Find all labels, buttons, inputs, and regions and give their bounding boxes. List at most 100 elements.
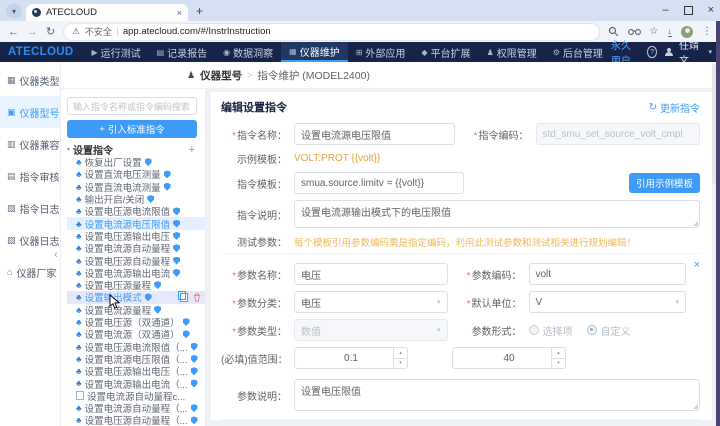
tab-search-button[interactable]: ▾: [6, 4, 22, 18]
radio-option-custom[interactable]: [586, 325, 597, 335]
nav-item-data-insight[interactable]: ◉ 数据洞察: [215, 42, 281, 62]
tree-item[interactable]: ♣ 设置电流源量程: [67, 304, 205, 316]
bookmark-star-icon[interactable]: ☆: [650, 26, 659, 37]
tree-item[interactable]: ♣ 设置电流源（双通道）: [67, 328, 205, 340]
import-standard-instruction-button[interactable]: + 引入标准指令: [67, 120, 197, 138]
instruction-name-input[interactable]: 设置电流源电压限值: [294, 123, 455, 145]
tree-group-set-instruction[interactable]: ▾ 设置指令 +: [67, 143, 205, 158]
param-desc-textarea[interactable]: 设置电压限值: [294, 379, 700, 411]
param-category-select[interactable]: 电压 ▾: [294, 291, 448, 313]
command-icon: ♣: [76, 304, 82, 315]
tree-item-selected[interactable]: ♣ 设置电流源电压限值: [67, 217, 205, 230]
tree-item[interactable]: ♣ 设置电压源自动量程: [67, 254, 205, 267]
range-max-stepper[interactable]: 40 ▴ ▾: [452, 347, 566, 369]
user-menu-caret-icon[interactable]: ▾: [708, 48, 712, 56]
sidebar-item-instrument-type[interactable]: ▦ 仪器类型: [0, 64, 60, 96]
update-instruction-button[interactable]: ↻ 更新指令: [649, 100, 700, 115]
param-name-input[interactable]: 电压: [294, 263, 448, 285]
browser-menu-icon[interactable]: ⋮: [702, 26, 712, 37]
delete-icon[interactable]: [193, 293, 201, 302]
browser-profile-avatar[interactable]: [681, 25, 693, 38]
param-code-input[interactable]: volt: [528, 263, 686, 285]
nav-item-backend-management[interactable]: ⚙ 后台管理: [545, 42, 611, 62]
instruction-search-input[interactable]: 输入指令名称或指令编码搜索: [67, 97, 197, 115]
nav-item-record-report[interactable]: ▤ 记录报告: [149, 42, 216, 62]
breadcrumb-root[interactable]: 仪器型号: [200, 68, 242, 83]
step-down-icon[interactable]: ▾: [552, 359, 565, 369]
tree-item[interactable]: ♣ 设置电流源输出电流（...: [67, 377, 205, 390]
sidebar-item-instrument-log[interactable]: ▨ 仪器日志: [0, 224, 60, 256]
sidebar-item-instruction-log[interactable]: ▧ 指令日志: [0, 192, 60, 224]
radio-option-list[interactable]: [528, 325, 539, 335]
resize-handle-icon[interactable]: [693, 221, 698, 226]
breadcrumb-separator: >: [247, 70, 253, 80]
user-avatar-icon[interactable]: [665, 47, 674, 57]
quote-example-template-button[interactable]: 引用示例模板: [629, 173, 701, 193]
tree-item[interactable]: ♣ 恢复出厂设置: [67, 156, 205, 168]
window-controls: – ×: [662, 0, 714, 21]
tree-item[interactable]: 设置电流源自动量程c...: [67, 390, 205, 402]
nav-item-platform-extension[interactable]: ◆ 平台扩展: [413, 42, 478, 62]
command-icon: ♣: [76, 366, 82, 377]
tab-title: ATECLOUD: [46, 7, 98, 18]
tree-item[interactable]: ♣ 设置电压源电流限值（...: [67, 340, 205, 353]
close-window-icon[interactable]: ×: [708, 5, 714, 16]
search-icon[interactable]: [608, 26, 619, 37]
tree-item[interactable]: ♣ 设置电压源（双通道）: [67, 316, 205, 328]
add-instruction-icon[interactable]: +: [189, 144, 195, 156]
instruction-template-input[interactable]: smua.source.limitv = {{volt}}: [294, 172, 464, 194]
copy-icon[interactable]: [178, 291, 188, 302]
nav-item-permission-management[interactable]: ♟ 权限管理: [479, 42, 545, 62]
forward-icon[interactable]: →: [27, 26, 38, 38]
instruction-desc-textarea[interactable]: 设置电流源输出模式下的电压限值: [294, 200, 700, 228]
tree-item[interactable]: ♣ 设置电流源自动量程: [67, 242, 205, 254]
reload-icon[interactable]: ↻: [46, 25, 55, 38]
new-tab-button[interactable]: +: [196, 4, 203, 18]
tree-item[interactable]: ♣ 设置电流源自动量程（...: [67, 402, 205, 414]
command-icon: ♣: [76, 280, 82, 291]
default-unit-select[interactable]: V ▾: [528, 291, 686, 313]
sidebar-item-instrument-compat[interactable]: ▥ 仪器兼容: [0, 128, 60, 160]
nav-item-run-test[interactable]: ▶ 运行测试: [83, 42, 148, 62]
step-up-icon[interactable]: ▴: [394, 348, 407, 359]
shield-badge-icon: [182, 330, 190, 339]
param-type-select[interactable]: 数值 ▾: [294, 319, 448, 341]
sidebar-item-instrument-vendor[interactable]: ⌂ 仪器厂家: [0, 256, 60, 288]
atecloud-logo[interactable]: ATECLOUD: [8, 46, 73, 58]
stepper-arrows[interactable]: ▴ ▾: [551, 348, 565, 368]
tree-item[interactable]: ♣ 设置电流源输出电流: [67, 267, 205, 279]
tree-item-hovered[interactable]: ♣ 设置输出模式: [67, 291, 205, 304]
download-icon[interactable]: ↓: [667, 26, 672, 37]
stepper-arrows[interactable]: ▴ ▾: [393, 348, 407, 368]
sidebar-item-instrument-model[interactable]: ▣ 仪器型号: [0, 96, 60, 128]
tree-item[interactable]: ♣ 设置电压源电流限值: [67, 205, 205, 217]
row-instruction-template: 指令模板： smua.source.limitv = {{volt}} 引用示例…: [221, 172, 701, 194]
tree-item[interactable]: ♣ 设置直流电流测量: [67, 181, 205, 193]
nav-item-external-apps[interactable]: ⊞ 外部应用: [348, 42, 414, 62]
tree-item[interactable]: ♣ 设置电压源自动量程（...: [67, 414, 205, 426]
collapse-panel-icon[interactable]: ‹: [54, 249, 58, 261]
step-up-icon[interactable]: ▴: [552, 348, 565, 359]
tree-item[interactable]: ♣ 输出开启/关闭: [67, 193, 205, 205]
remove-parameter-icon[interactable]: ×: [694, 259, 700, 271]
nav-item-instrument-maintenance[interactable]: ▦ 仪器维护: [281, 42, 348, 62]
browser-tab[interactable]: ATECLOUD ×: [26, 4, 188, 21]
resize-handle-icon[interactable]: [693, 404, 698, 409]
help-icon[interactable]: ?: [647, 46, 657, 58]
glasses-icon[interactable]: [627, 27, 641, 36]
sidebar-item-instruction-review[interactable]: ▤ 指令审核: [0, 160, 60, 192]
tab-close-icon[interactable]: ×: [177, 8, 182, 18]
tree-item[interactable]: ♣ 设置直流电压测量: [67, 168, 205, 181]
address-bar[interactable]: ⚠ 不安全 app.atecloud.com/#/InstrInstructio…: [63, 22, 600, 41]
url-text[interactable]: app.atecloud.com/#/InstrInstruction: [123, 26, 271, 37]
tree-item[interactable]: ♣ 设置电流源电压限值（...: [67, 353, 205, 365]
back-icon[interactable]: ←: [8, 26, 19, 38]
maximize-icon[interactable]: [683, 6, 693, 15]
minimize-icon[interactable]: –: [662, 5, 668, 16]
range-min-stepper[interactable]: 0.1 ▴ ▾: [294, 347, 408, 369]
tree-item[interactable]: ♣ 设置电压源量程: [67, 279, 205, 291]
tree-item[interactable]: ♣ 设置电压源输出电压（...: [67, 365, 205, 377]
tree-item[interactable]: ♣ 设置电压源输出电压: [67, 230, 205, 242]
instruction-template-label: 指令模板：: [237, 179, 287, 191]
step-down-icon[interactable]: ▾: [394, 359, 407, 369]
